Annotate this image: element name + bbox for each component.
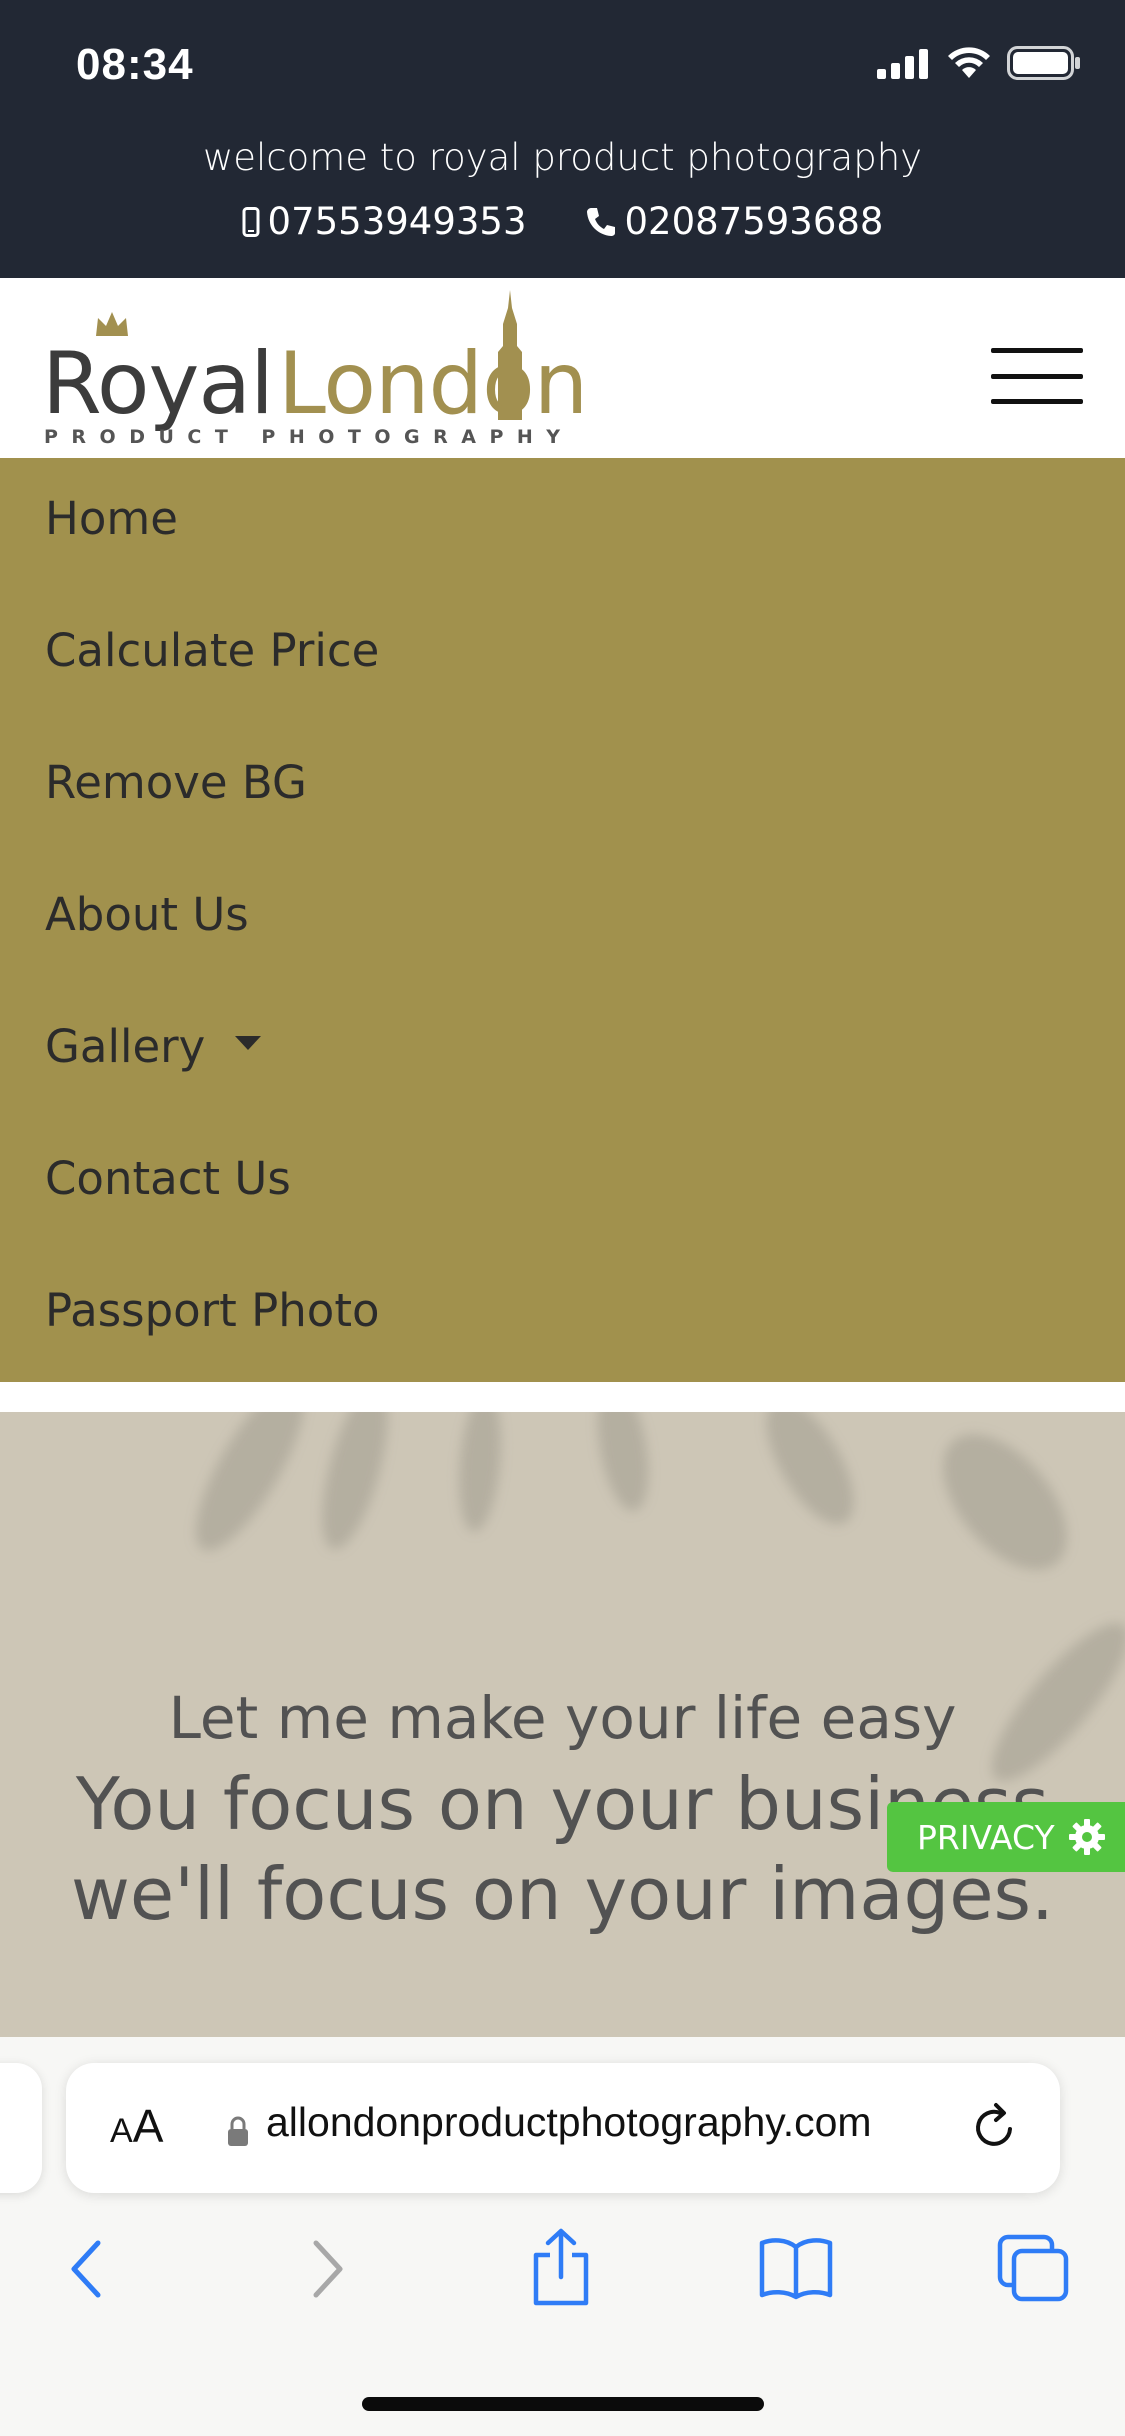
nav-item-label: Calculate Price — [45, 624, 380, 677]
aa-big: A — [132, 2100, 164, 2152]
gear-icon — [1068, 1819, 1105, 1855]
mobile-number: 07553949353 — [267, 200, 527, 243]
hamburger-line — [991, 373, 1083, 379]
nav-item-label: About Us — [45, 888, 249, 941]
cellular-signal-icon — [877, 49, 928, 79]
menu-toggle-button[interactable] — [991, 348, 1083, 404]
reload-icon[interactable] — [966, 2099, 1022, 2155]
status-time: 08:34 — [76, 40, 194, 89]
leaf-shadow — [749, 1412, 871, 1538]
top-header: 08:34 welcome to royal product photograp… — [0, 0, 1125, 278]
leaf-shadow — [589, 1412, 657, 1516]
nav-item-label: Contact Us — [45, 1152, 291, 1205]
nav-item-calculate-price[interactable]: Calculate Price — [45, 624, 379, 677]
phone-icon — [586, 207, 615, 236]
status-icons — [877, 46, 1081, 80]
leaf-shadow — [453, 1412, 507, 1534]
mobile-phone-icon — [242, 206, 260, 237]
nav-menu: Home Calculate Price Remove BG About Us … — [0, 458, 1125, 1382]
hero-banner: Let me make your life easy You focus on … — [0, 1412, 1125, 2037]
logo-bar: Royal London PRODUCT PHOTOGRAPHY — [0, 278, 1125, 458]
hamburger-line — [991, 399, 1083, 404]
hero-tagline: Let me make your life easy — [168, 1684, 957, 1752]
tabs-icon[interactable] — [996, 2233, 1070, 2303]
nav-item-home[interactable]: Home — [45, 492, 178, 545]
wifi-icon — [948, 47, 990, 78]
landline-number-link[interactable]: 02087593688 — [585, 200, 884, 243]
back-icon[interactable] — [62, 2237, 112, 2301]
leaf-shadow — [919, 1412, 1091, 1593]
home-indicator[interactable] — [362, 2397, 764, 2411]
battery-icon — [1007, 46, 1080, 80]
phone-numbers: 07553949353 02087593688 — [0, 200, 1125, 243]
logo-tagline: PRODUCT PHOTOGRAPHY — [44, 426, 574, 448]
leaf-shadow — [176, 1412, 324, 1565]
nav-item-passport-photo[interactable]: Passport Photo — [45, 1284, 380, 1337]
logo-royal-text: Royal — [42, 334, 274, 434]
share-icon[interactable] — [528, 2227, 594, 2307]
address-bar[interactable]: AA allondonproductphotography.com — [66, 2063, 1060, 2193]
nav-item-remove-bg[interactable]: Remove BG — [45, 756, 307, 809]
royal-london-logo[interactable]: Royal London PRODUCT PHOTOGRAPHY — [42, 290, 602, 448]
leaf-shadow — [308, 1412, 402, 1556]
browser-bottom-bar: AA allondonproductphotography.com — [0, 2037, 1125, 2436]
welcome-text: welcome to royal product photography — [202, 136, 923, 179]
nav-item-label: Home — [45, 492, 178, 545]
dropdown-caret-icon — [235, 1035, 262, 1050]
nav-item-label: Gallery — [45, 1020, 206, 1073]
nav-item-label: Remove BG — [45, 756, 307, 809]
lock-icon — [228, 2116, 248, 2146]
mobile-number-link[interactable]: 07553949353 — [242, 200, 527, 243]
nav-item-about-us[interactable]: About Us — [45, 888, 249, 941]
privacy-label: PRIVACY — [917, 1817, 1055, 1857]
privacy-settings-button[interactable]: PRIVACY — [887, 1802, 1125, 1872]
url-text: allondonproductphotography.com — [266, 2099, 872, 2145]
aa-small: A — [110, 2112, 133, 2150]
nav-item-contact-us[interactable]: Contact Us — [45, 1152, 291, 1205]
hamburger-line — [991, 348, 1083, 353]
forward-icon[interactable] — [302, 2237, 352, 2301]
logo-london-text: London — [278, 334, 588, 434]
landline-number: 02087593688 — [624, 200, 884, 243]
previous-tab-peek[interactable] — [0, 2063, 42, 2193]
reader-options-button[interactable]: AA — [110, 2099, 163, 2153]
nav-item-gallery[interactable]: Gallery — [45, 1020, 262, 1073]
nav-item-label: Passport Photo — [45, 1284, 380, 1337]
bookmarks-icon[interactable] — [758, 2235, 834, 2301]
